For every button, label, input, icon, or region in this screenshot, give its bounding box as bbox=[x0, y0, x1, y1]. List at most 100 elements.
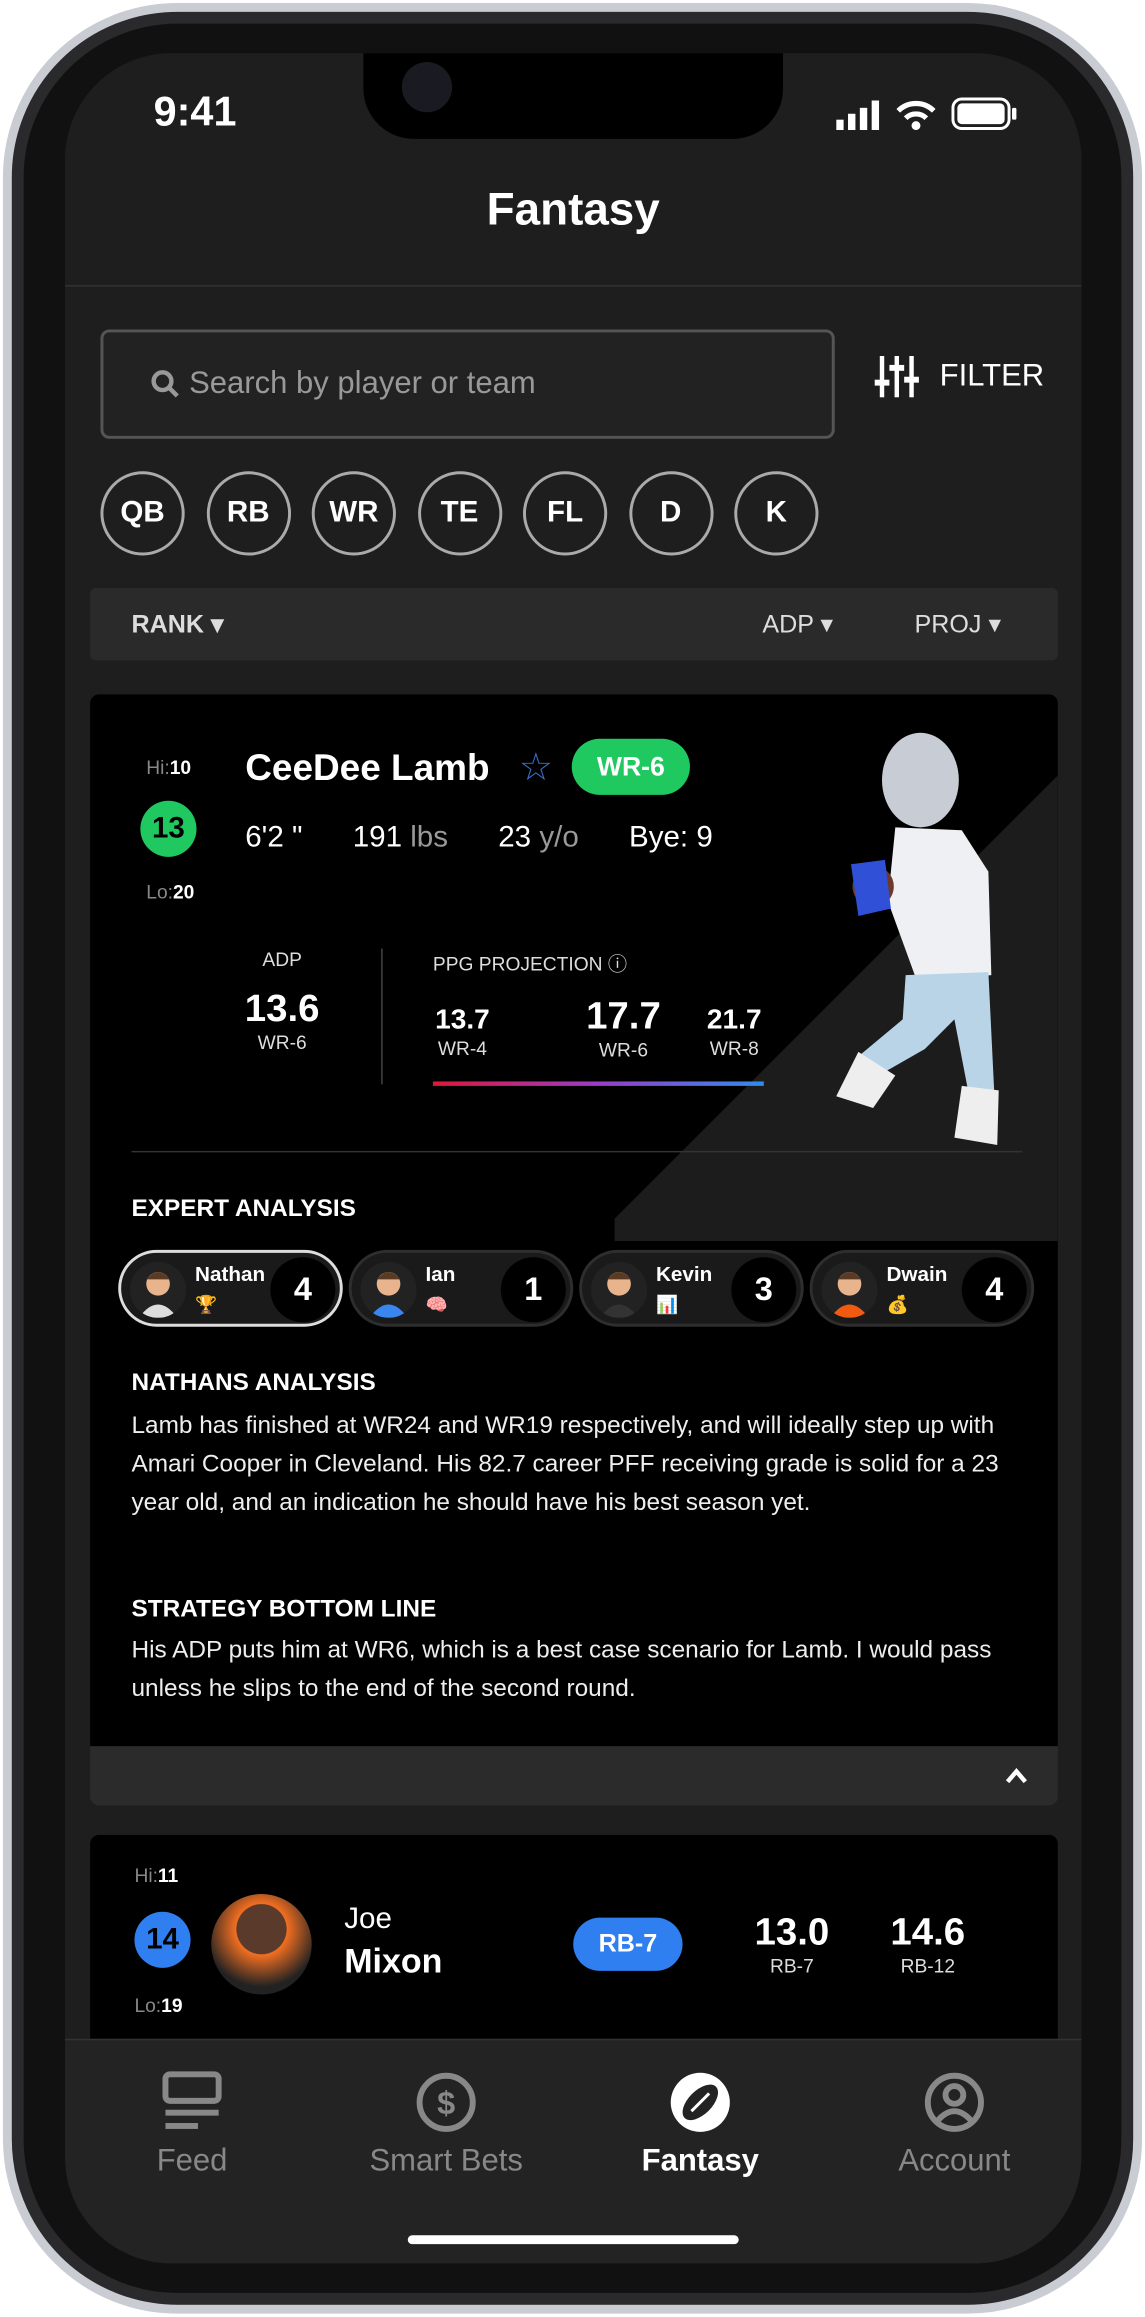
expert-count: 1 bbox=[500, 1257, 566, 1323]
football-icon bbox=[670, 2072, 730, 2132]
projection-rank: WR-6 bbox=[598, 1038, 649, 1061]
position-filter-fl[interactable]: FL bbox=[522, 471, 608, 556]
rank-high: Hi:11 bbox=[134, 1864, 178, 1886]
sort-rank[interactable]: RANK ▾ bbox=[131, 610, 223, 640]
weight: 191 lbs bbox=[353, 821, 448, 855]
adp-rank: WR-6 bbox=[257, 1031, 307, 1054]
projection-0: 13.7 WR-4 bbox=[433, 1005, 492, 1060]
divider bbox=[381, 948, 383, 1085]
player-name: CeeDee Lamb bbox=[245, 747, 490, 789]
svg-text:$: $ bbox=[437, 2085, 455, 2121]
adp-value: 13.0 bbox=[754, 1908, 830, 1954]
sort-adp[interactable]: ADP ▾ bbox=[762, 610, 833, 640]
expert-count: 3 bbox=[731, 1257, 797, 1323]
player-card-expanded[interactable]: Hi:10 13 Lo:20 CeeDee Lamb ☆ WR-6 6'2 " … bbox=[90, 694, 1058, 1747]
proj-rank: RB-12 bbox=[900, 1954, 956, 1977]
weight-value: 191 bbox=[352, 821, 403, 854]
position-badge: RB-7 bbox=[573, 1917, 683, 1971]
expert-avatar bbox=[130, 1261, 187, 1318]
position-filter-k[interactable]: K bbox=[734, 471, 819, 556]
expert-chip-ian[interactable]: Ian 🧠 1 bbox=[348, 1249, 574, 1327]
expert-name: Nathan bbox=[195, 1261, 266, 1286]
lo-value: 19 bbox=[161, 1994, 183, 2017]
position-filter-rb[interactable]: RB bbox=[206, 471, 291, 556]
position-filter-wr[interactable]: WR bbox=[311, 471, 396, 556]
dollar-icon: $ bbox=[416, 2072, 476, 2132]
notch bbox=[363, 53, 784, 139]
sort-adp-label: ADP bbox=[762, 610, 814, 639]
bottom-line-title: STRATEGY BOTTOM LINE bbox=[131, 1595, 437, 1623]
expert-badge-icon: 🏆 bbox=[195, 1294, 218, 1315]
projection-rank: WR-4 bbox=[437, 1037, 487, 1060]
tab-account[interactable]: Account bbox=[827, 2070, 1081, 2179]
player-photo bbox=[836, 732, 999, 1145]
hi-label: Hi: bbox=[134, 1864, 158, 1887]
wifi-icon bbox=[896, 100, 936, 131]
tab-fantasy[interactable]: Fantasy bbox=[573, 2070, 827, 2179]
caret-down-icon: ▾ bbox=[820, 610, 834, 639]
analysis-text: Lamb has finished at WR24 and WR19 respe… bbox=[131, 1412, 999, 1516]
expert-count: 4 bbox=[270, 1257, 336, 1323]
position-filter-qb[interactable]: QB bbox=[100, 471, 185, 556]
hi-label: Hi: bbox=[146, 756, 170, 779]
age: 23 y/o bbox=[498, 821, 579, 855]
tab-feed[interactable]: Feed bbox=[65, 2070, 319, 2179]
expert-chip-dwain[interactable]: Dwain 💰 4 bbox=[809, 1249, 1035, 1327]
favorite-star-icon[interactable]: ☆ bbox=[519, 745, 553, 791]
tab-smart-bets[interactable]: $ Smart Bets bbox=[319, 2070, 573, 2179]
adp-value: 13.6 bbox=[244, 985, 320, 1030]
projection-2: 21.7 WR-8 bbox=[705, 1005, 764, 1060]
tab-label: Fantasy bbox=[641, 2143, 759, 2178]
sort-proj[interactable]: PROJ ▾ bbox=[915, 610, 1002, 640]
expert-analysis-title: EXPERT ANALYSIS bbox=[131, 1195, 356, 1222]
position-filter-d[interactable]: D bbox=[628, 471, 713, 556]
search-icon bbox=[151, 370, 179, 398]
proj-block: 14.6 RB-12 bbox=[876, 1909, 979, 1977]
analysis-title: NATHANS ANALYSIS bbox=[131, 1369, 376, 1397]
caret-down-icon: ▾ bbox=[211, 610, 224, 639]
adp-label: ADP bbox=[262, 948, 302, 971]
expert-name: Ian bbox=[425, 1261, 456, 1286]
expert-chip-kevin[interactable]: Kevin 📊 3 bbox=[579, 1249, 804, 1327]
camera bbox=[401, 62, 453, 113]
projection-value: 13.7 bbox=[435, 1004, 490, 1036]
projection-1: 17.7 WR-6 bbox=[560, 993, 687, 1061]
expert-name: Kevin bbox=[655, 1261, 713, 1286]
hi-value: 11 bbox=[157, 1864, 179, 1887]
projection-value: 17.7 bbox=[586, 992, 661, 1038]
account-icon bbox=[924, 2072, 984, 2132]
proj-label-text: PPG PROJECTION bbox=[432, 952, 603, 976]
caret-down-icon: ▾ bbox=[988, 610, 1002, 639]
player-card[interactable]: Hi:11 14 Lo:19 Joe Mixon RB-7 13.0 RB-7 1… bbox=[90, 1834, 1058, 2057]
position-filter-te[interactable]: TE bbox=[417, 471, 502, 556]
divider bbox=[131, 1150, 1023, 1153]
bye-week: Bye: 9 bbox=[629, 821, 713, 854]
proj-value: 14.6 bbox=[890, 1908, 966, 1954]
search-input[interactable]: Search by player or team bbox=[100, 329, 835, 439]
filter-label: FILTER bbox=[939, 359, 1045, 393]
lo-label: Lo: bbox=[134, 1994, 162, 2017]
expert-count: 4 bbox=[961, 1257, 1027, 1323]
projection-rank: WR-8 bbox=[709, 1037, 759, 1060]
expert-avatar bbox=[590, 1261, 648, 1318]
lo-value: 20 bbox=[172, 880, 195, 903]
signal-icon bbox=[836, 100, 880, 131]
adp-rank: RB-7 bbox=[770, 1954, 814, 1977]
home-indicator bbox=[407, 2235, 739, 2245]
filter-button[interactable]: FILTER bbox=[874, 356, 1045, 398]
position-badge: WR-6 bbox=[571, 738, 690, 795]
info-icon[interactable]: ⓘ bbox=[608, 953, 627, 975]
proj-label: PPG PROJECTION ⓘ bbox=[433, 948, 627, 976]
sliders-icon bbox=[874, 356, 919, 398]
expert-chip-nathan[interactable]: Nathan 🏆 4 bbox=[118, 1249, 343, 1327]
rank-badge: 14 bbox=[134, 1911, 191, 1968]
adp-block: ADP 13.6 WR-6 bbox=[223, 948, 341, 1053]
player-first-name: Joe bbox=[344, 1902, 392, 1936]
expert-badge-icon: 🧠 bbox=[425, 1294, 448, 1315]
expert-badge-icon: 💰 bbox=[886, 1294, 909, 1315]
collapse-button[interactable] bbox=[90, 1746, 1058, 1806]
status-icons bbox=[836, 97, 1017, 131]
divider bbox=[65, 285, 1082, 287]
tab-label: Account bbox=[898, 2143, 1011, 2178]
projection-value: 21.7 bbox=[706, 1004, 762, 1036]
